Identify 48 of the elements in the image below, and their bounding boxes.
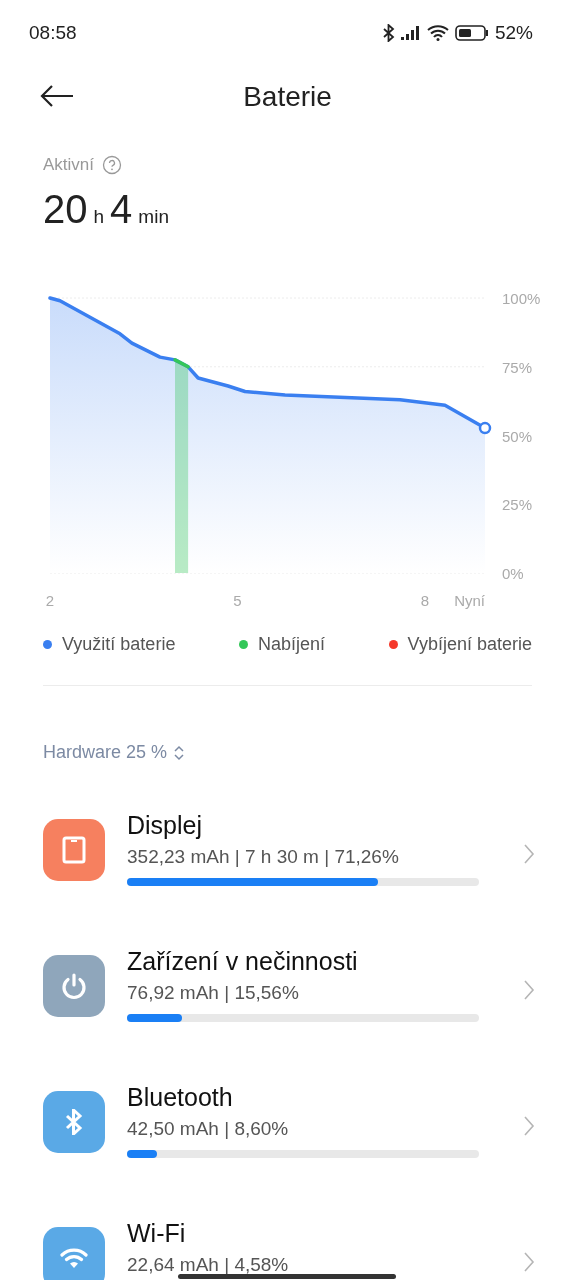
bluetooth-icon <box>382 24 395 42</box>
hours-unit: h <box>93 206 105 228</box>
bluetooth-icon <box>65 1109 83 1135</box>
back-button[interactable] <box>40 85 74 107</box>
display-icon <box>62 836 86 864</box>
battery-icon <box>454 25 489 41</box>
x-tick-label: 8 <box>420 592 430 609</box>
y-tick-label: 75% <box>502 358 533 376</box>
chevron-icon <box>523 1115 535 1137</box>
chevron-icon <box>523 843 535 865</box>
legend-label: Vybíjení baterie <box>407 634 532 655</box>
x-tick-label: 5 <box>233 592 242 609</box>
x-tick-label: 2 <box>45 592 55 609</box>
x-tick-label: Nyní <box>454 592 485 609</box>
hours-value: 20 <box>43 187 88 232</box>
current-point <box>478 421 492 435</box>
help-icon[interactable] <box>102 155 123 175</box>
sort-icon <box>173 744 186 761</box>
item-name: Bluetooth <box>127 1083 234 1112</box>
item-name: Displej <box>127 811 204 840</box>
chevron-icon <box>523 1251 535 1273</box>
chevron-icon <box>523 979 535 1001</box>
y-tick-label: 100% <box>502 290 541 307</box>
status-time: 08:58 <box>29 22 77 44</box>
legend-label: Nabíjení <box>257 634 325 655</box>
item-detail: 42,50 mAh | 8,60% <box>127 1118 290 1140</box>
usage-item[interactable]: Bluetooth 42,50 mAh | 8,60% <box>0 1083 575 1183</box>
item-name: Zařízení v nečinnosti <box>127 947 359 976</box>
y-tick-label: 50% <box>502 427 533 445</box>
signal-icon <box>400 26 421 40</box>
active-label: Aktivní <box>43 155 95 175</box>
minutes-value: 4 <box>110 187 133 232</box>
hardware-sort-button[interactable]: Hardware 25 % <box>43 742 186 763</box>
y-tick-label: 0% <box>502 565 524 582</box>
wifi-icon <box>426 25 449 41</box>
legend-label: Využití baterie <box>62 634 176 655</box>
usage-item[interactable]: Displej 352,23 mAh | 7 h 30 m | 71,26% <box>0 811 575 911</box>
item-detail: 76,92 mAh | 15,56% <box>127 982 300 1004</box>
usage-item[interactable]: Zařízení v nečinnosti 76,92 mAh | 15,56% <box>0 947 575 1047</box>
charging-line <box>173 358 190 369</box>
wifi-icon <box>60 1247 88 1269</box>
item-name: Wi-Fi <box>127 1219 187 1248</box>
y-tick-label: 25% <box>502 496 533 514</box>
power-icon <box>60 972 88 1000</box>
minutes-unit: min <box>138 206 169 228</box>
item-detail: 352,23 mAh | 7 h 30 m | 71,26% <box>127 846 400 868</box>
battery-percent: 52% <box>494 22 533 44</box>
page-title: Baterie <box>243 81 332 113</box>
